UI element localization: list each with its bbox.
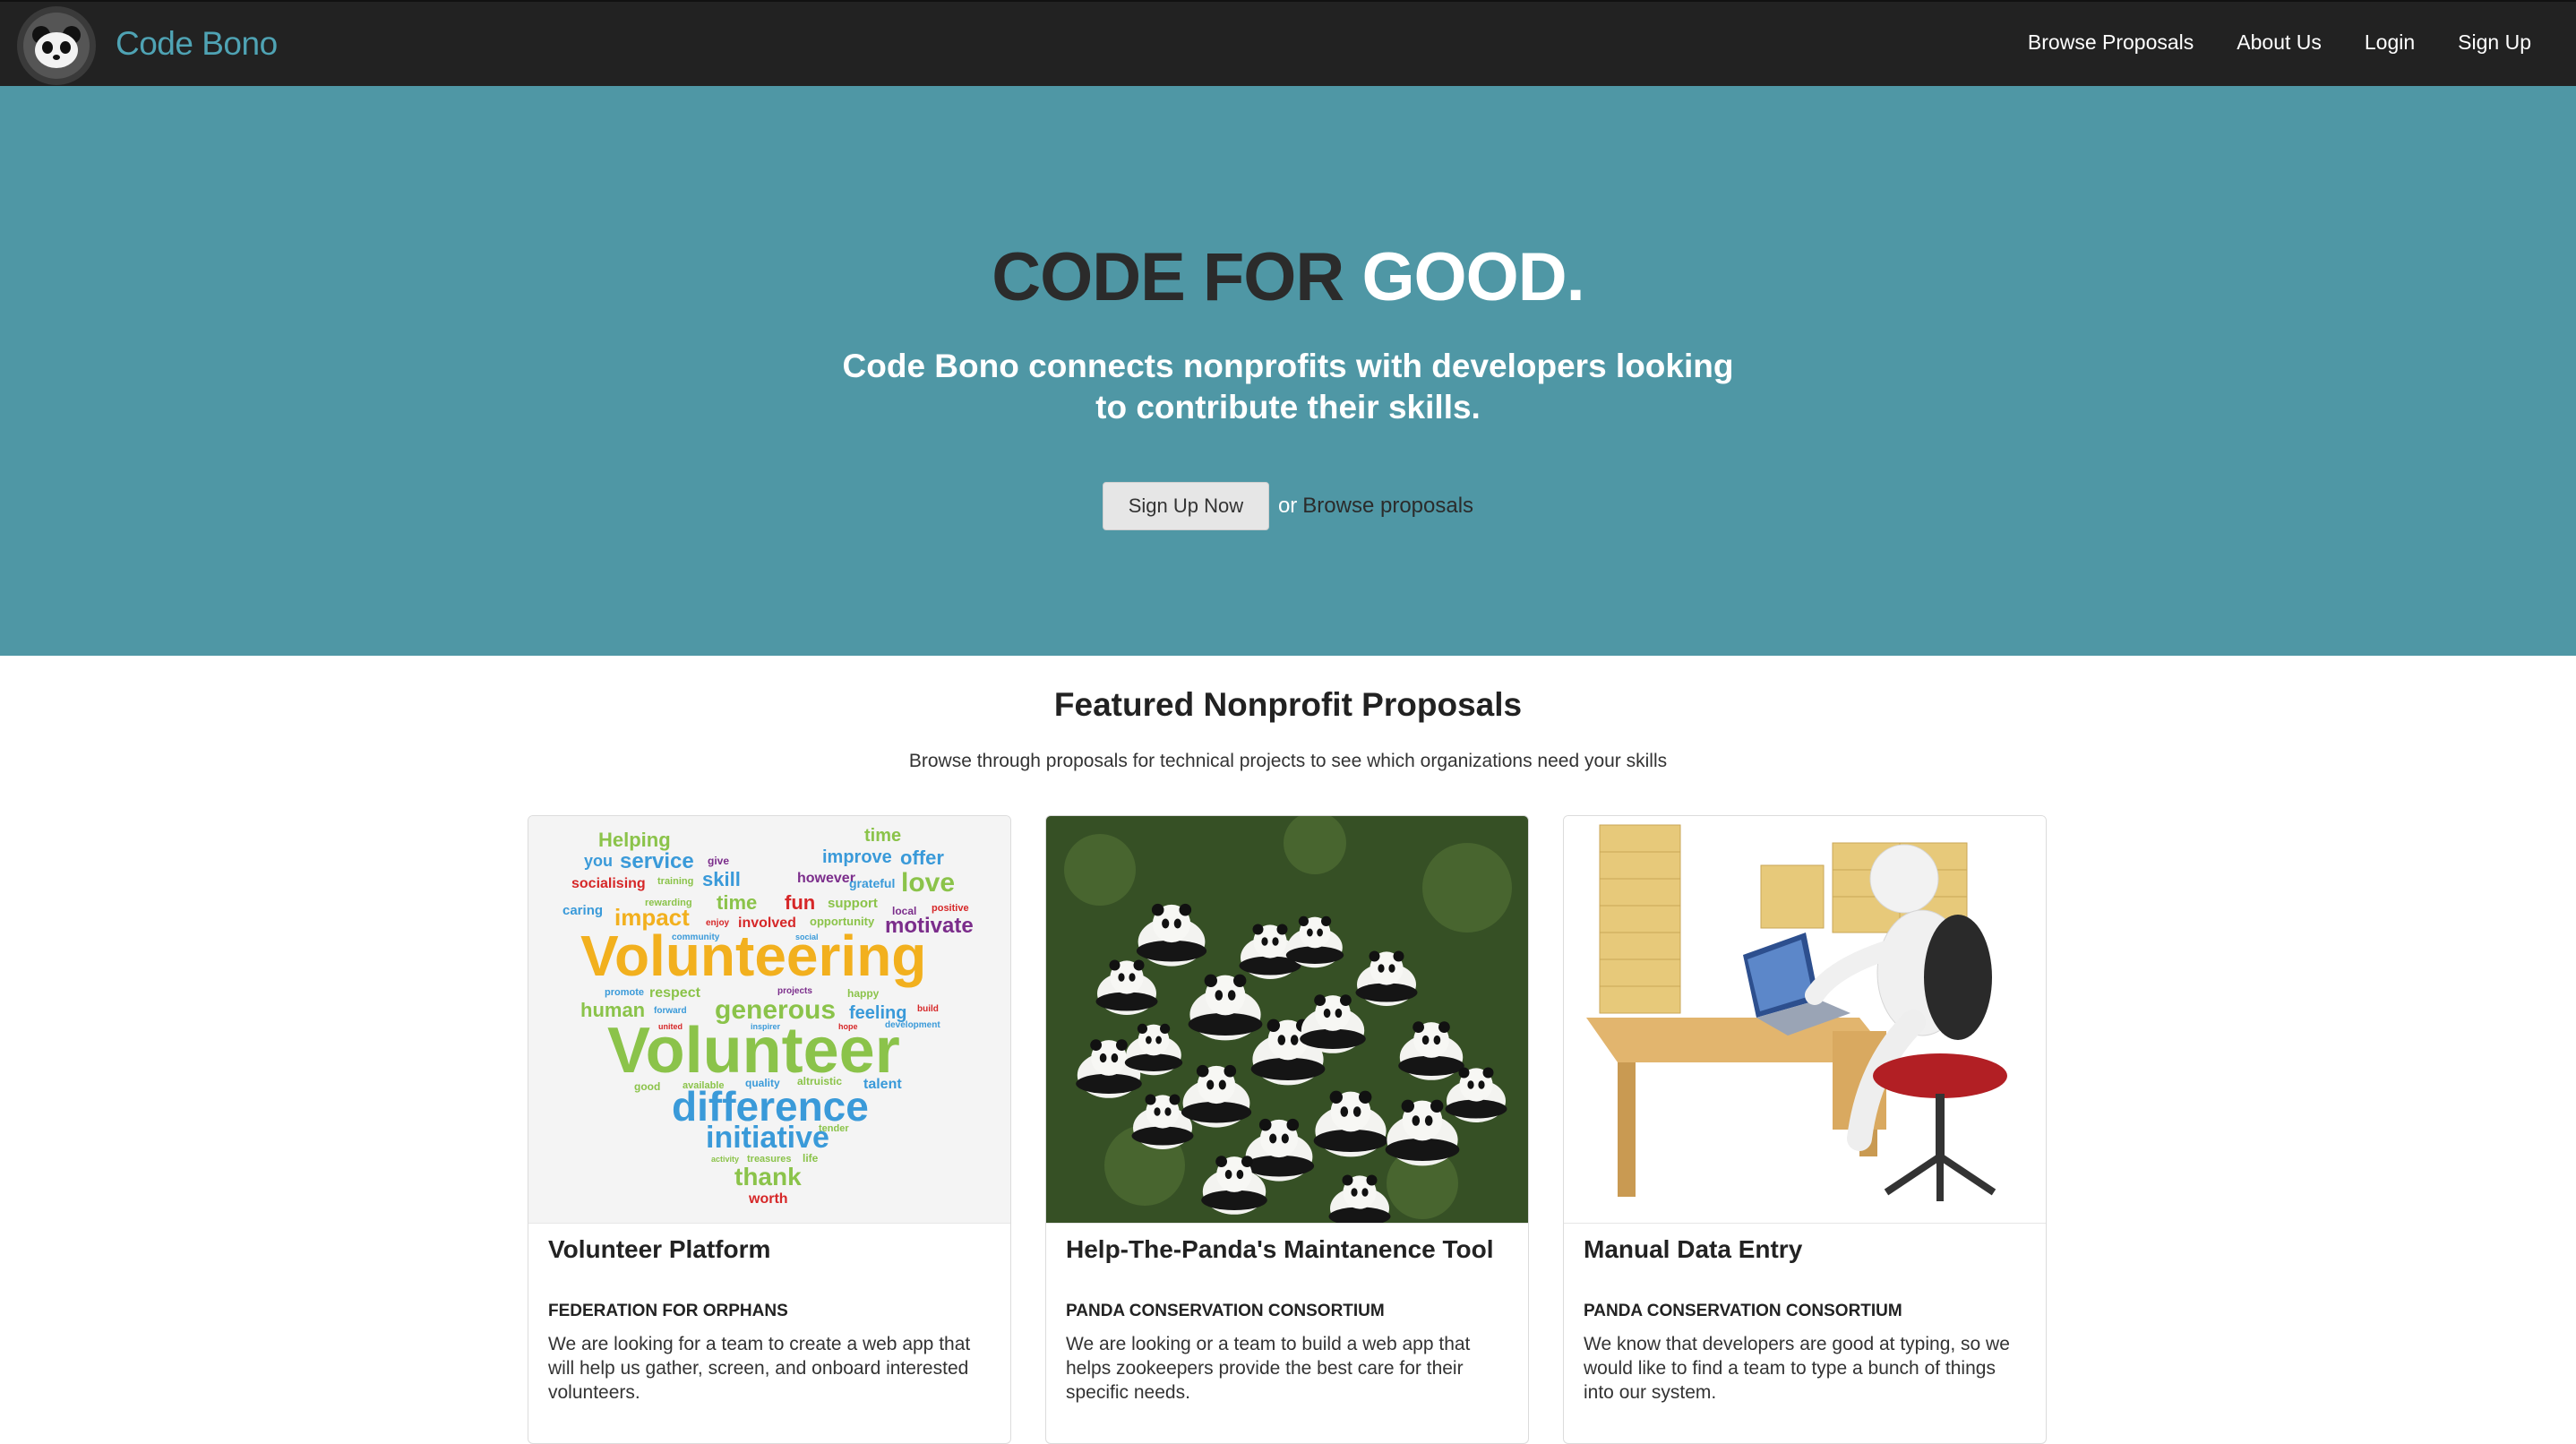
word-cloud-word: promote <box>605 987 644 998</box>
word-cloud-word: talent <box>863 1077 902 1092</box>
word-cloud-word: you <box>584 852 613 870</box>
word-cloud-word: fun <box>785 891 815 914</box>
card-description: We know that developers are good at typi… <box>1584 1334 2010 1403</box>
card-description: We are looking for a team to create a we… <box>548 1334 971 1403</box>
word-cloud-word: thank <box>734 1163 802 1190</box>
browse-proposals-link[interactable]: Browse proposals <box>1302 494 1473 519</box>
word-cloud-word: time <box>717 891 757 914</box>
word-cloud-word: skill <box>702 868 741 890</box>
card-title[interactable]: Manual Data Entry <box>1584 1235 1802 1264</box>
word-cloud-word: Volunteer <box>607 1015 900 1087</box>
nav-about-us[interactable]: About Us <box>2237 30 2322 55</box>
nav-links: Browse Proposals About Us Login Sign Up <box>1985 30 2531 55</box>
word-cloud-word: give <box>708 855 729 867</box>
hero-title-light: GOOD. <box>1361 239 1584 315</box>
data-entry-illustration <box>1564 816 2046 1224</box>
word-cloud-word: Volunteering <box>580 924 926 988</box>
word-cloud-word: worth <box>748 1191 788 1207</box>
word-cloud-word: improve <box>822 847 892 867</box>
hero-banner: CODE FOR GOOD. Code Bono connects nonpro… <box>0 86 2576 656</box>
word-cloud-word: time <box>864 826 901 846</box>
word-cloud-word: socialising <box>571 876 646 891</box>
word-cloud-word: training <box>657 876 693 887</box>
word-cloud-word: however <box>797 871 855 886</box>
card-title[interactable]: Volunteer Platform <box>548 1235 770 1264</box>
word-cloud-word: caring <box>562 903 603 918</box>
word-cloud-word: build <box>917 1004 939 1014</box>
word-cloud-word: service <box>620 849 694 873</box>
card-organization: PANDA CONSERVATION CONSORTIUM <box>1584 1302 1902 1320</box>
word-cloud-word: respect <box>649 985 701 1001</box>
card-description: We are looking or a team to build a web … <box>1066 1334 1471 1403</box>
nav-browse-proposals[interactable]: Browse Proposals <box>2028 30 2194 55</box>
cta-or-text: or <box>1277 494 1298 518</box>
word-cloud-word: grateful <box>849 876 895 890</box>
word-cloud-word: positive <box>932 903 969 914</box>
hero-title-dark: CODE FOR <box>992 239 1344 315</box>
top-navbar: Code Bono Browse Proposals About Us Logi… <box>0 0 2576 86</box>
word-cloud-word: Helping <box>598 829 671 851</box>
featured-subtitle: Browse through proposals for technical p… <box>908 751 1668 771</box>
cta-row: Sign Up Now or Browse proposals <box>0 482 2576 530</box>
word-cloud-word: love <box>901 868 955 898</box>
nav-login[interactable]: Login <box>2365 30 2415 55</box>
word-cloud-word: happy <box>847 987 880 1000</box>
panda-logo-icon[interactable] <box>16 5 97 86</box>
card-title[interactable]: Help-The-Panda's Maintanence Tool <box>1066 1235 1494 1264</box>
pandas-image <box>1046 816 1528 1230</box>
proposal-card[interactable]: Manual Data Entry PANDA CONSERVATION CON… <box>1563 815 2047 1444</box>
proposal-card[interactable]: Help-The-Panda's Maintanence Tool PANDA … <box>1045 815 1529 1444</box>
word-cloud-word: initiative <box>706 1121 829 1155</box>
word-cloud-image: Helping time you service give improve offer soc… <box>528 816 1010 1224</box>
word-cloud-word: support <box>828 896 878 911</box>
nav-sign-up[interactable]: Sign Up <box>2458 30 2531 55</box>
hero-title: CODE FOR GOOD. <box>0 238 2576 316</box>
card-organization: FEDERATION FOR ORPHANS <box>548 1302 788 1320</box>
hero-subtitle: Code Bono connects nonprofits with devel… <box>842 348 1734 425</box>
word-cloud-word: life <box>803 1152 819 1165</box>
sign-up-now-button[interactable]: Sign Up Now <box>1102 482 1269 530</box>
card-organization: PANDA CONSERVATION CONSORTIUM <box>1066 1302 1385 1320</box>
proposal-card[interactable]: Helping time you service give improve offer soc… <box>528 815 1011 1444</box>
word-cloud-word: good <box>634 1080 660 1093</box>
brand-name[interactable]: Code Bono <box>116 25 278 63</box>
featured-title: Featured Nonprofit Proposals <box>1053 686 1523 723</box>
word-cloud-word: offer <box>900 847 944 869</box>
